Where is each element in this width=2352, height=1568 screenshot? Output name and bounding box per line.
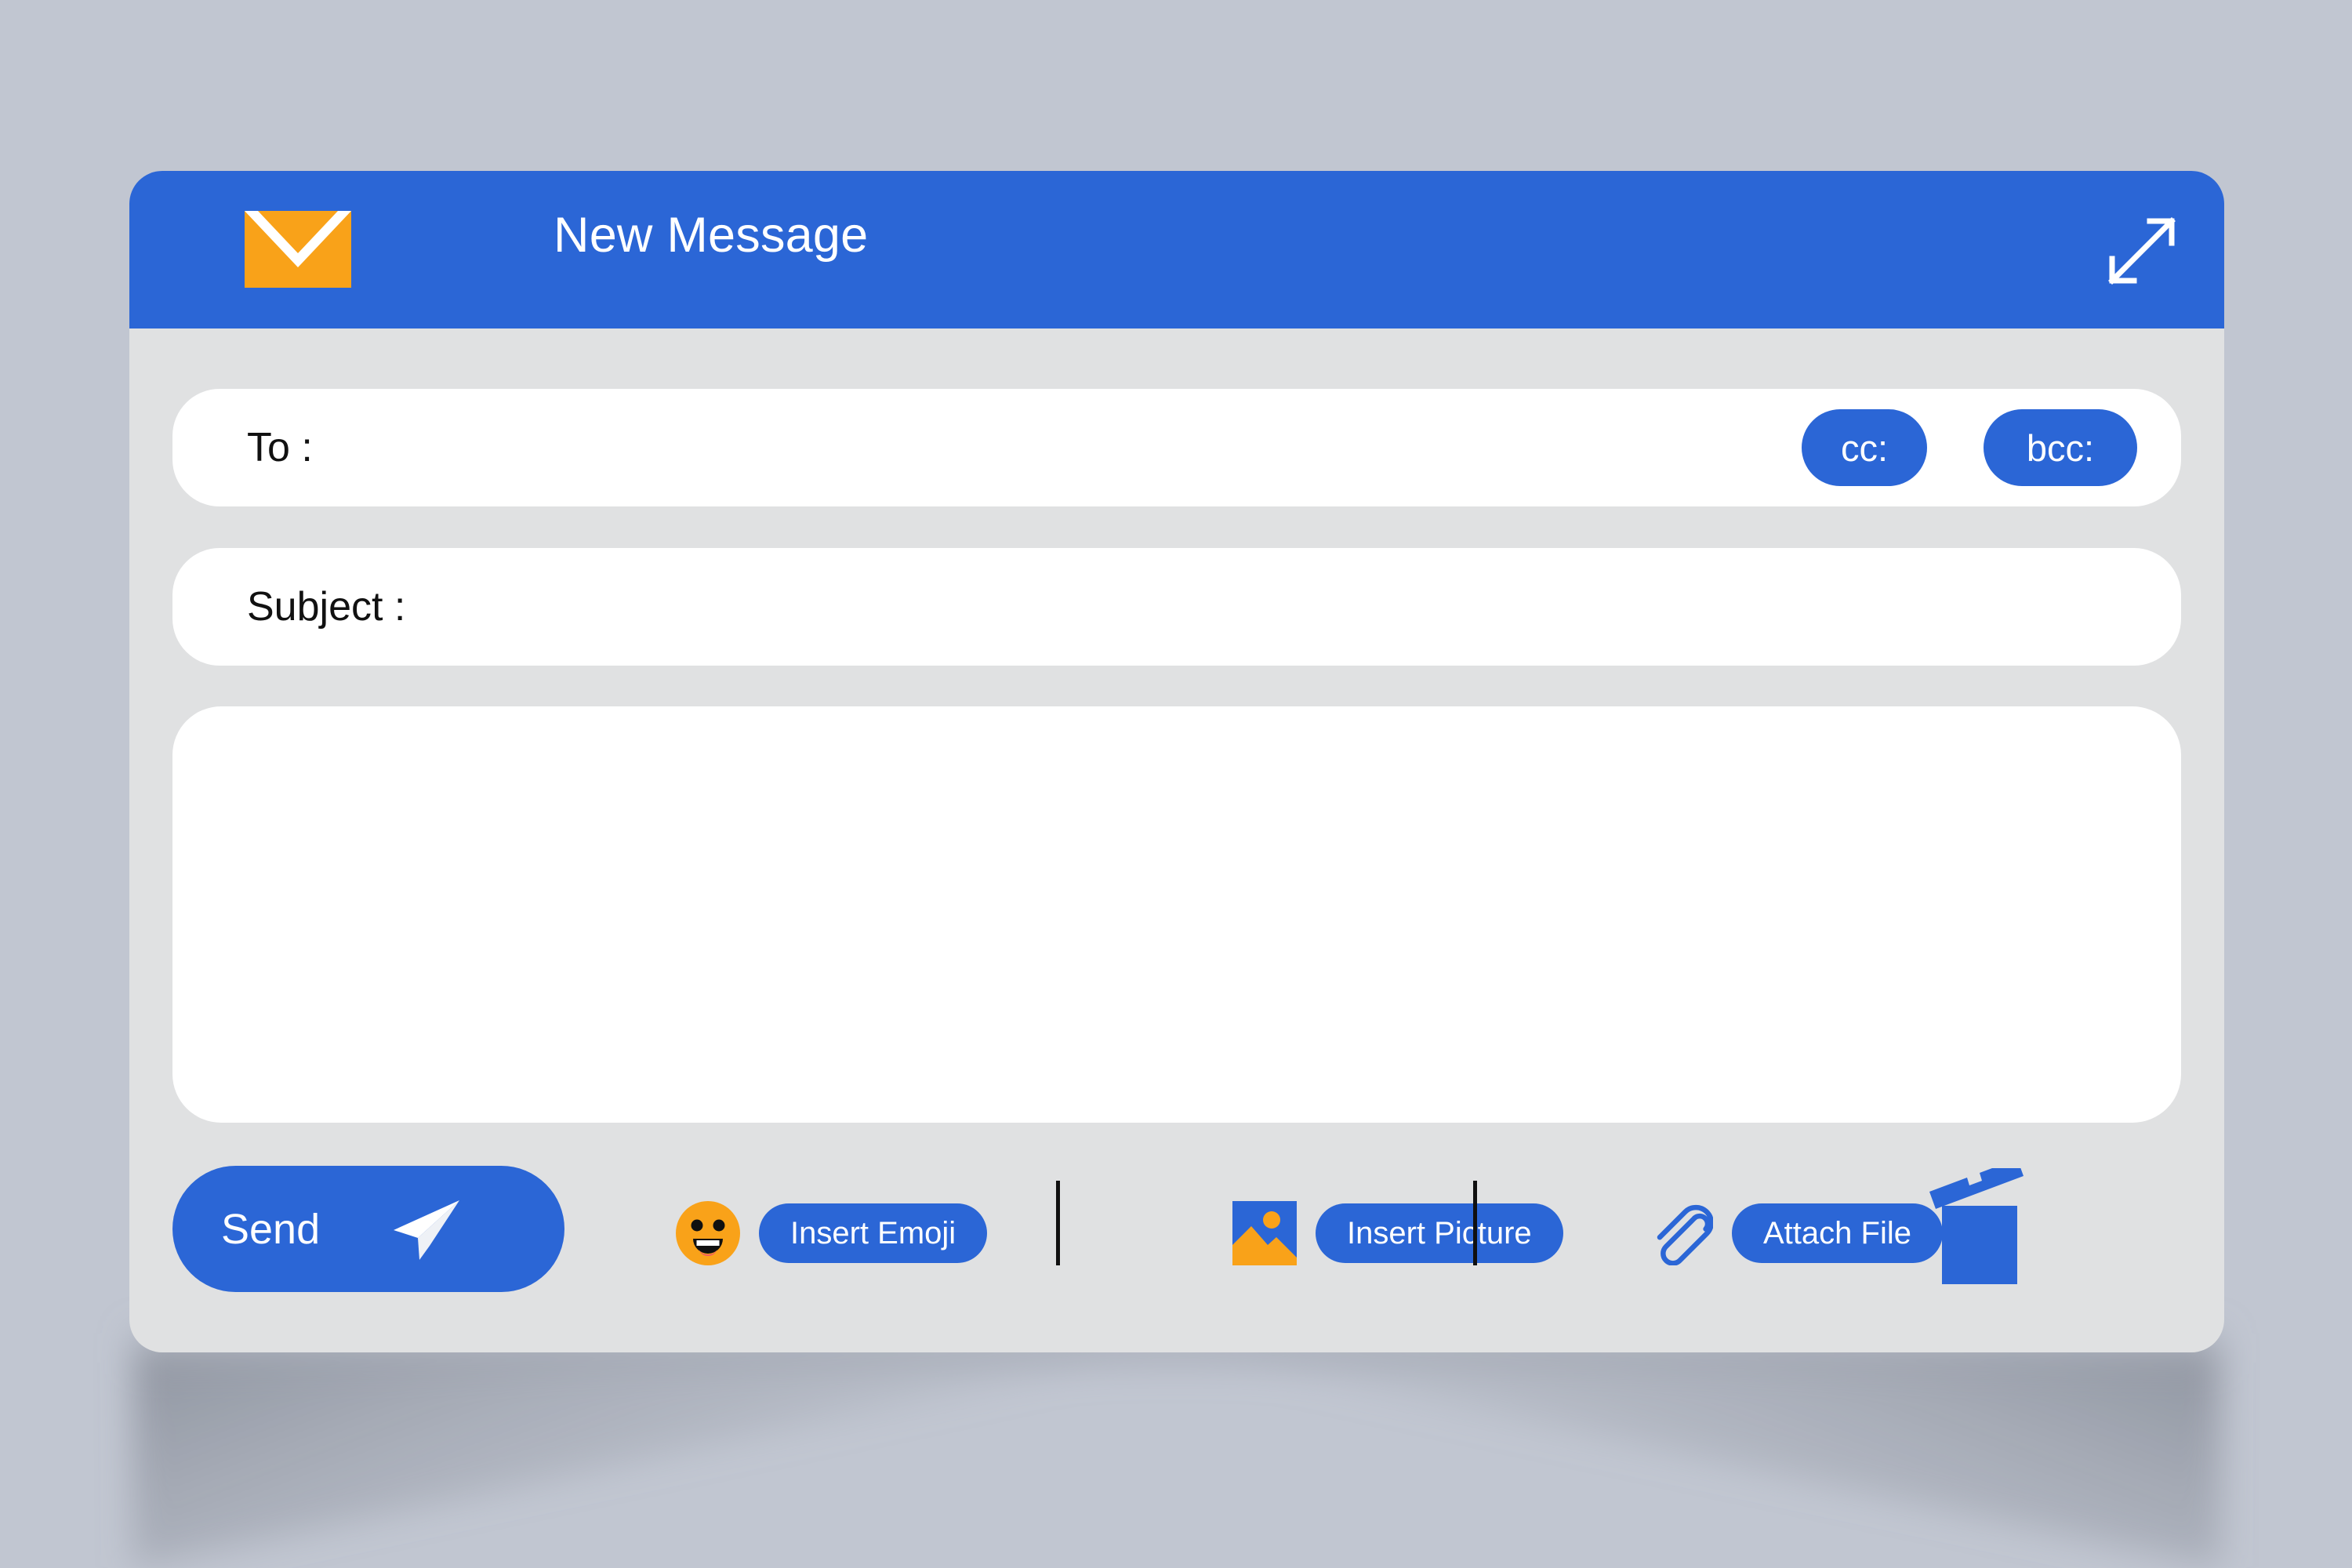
attach-file-button[interactable]: Attach File (1732, 1203, 1943, 1263)
smiley-face-icon[interactable] (676, 1201, 740, 1265)
insert-emoji-group: Insert Emoji (676, 1201, 988, 1265)
cc-button[interactable]: cc: (1802, 409, 1927, 486)
message-body-input[interactable] (227, 746, 2128, 1086)
attach-file-group: Attach File (1649, 1201, 1943, 1265)
subject-input[interactable] (408, 548, 2111, 667)
toolbar-divider (1056, 1181, 1060, 1265)
page-title: New Message (554, 208, 869, 263)
trash-can-icon[interactable] (1925, 1168, 2034, 1286)
window-title-bar: New Message (129, 171, 2224, 328)
paper-plane-icon (394, 1200, 459, 1260)
message-body-box (172, 706, 2181, 1123)
insert-picture-button[interactable]: Insert Picture (1316, 1203, 1563, 1263)
subject-label: Subject : (247, 584, 406, 630)
send-button-label: Send (221, 1205, 321, 1253)
compose-window: New Message To : cc: bcc: Subject : Send (129, 171, 2224, 1352)
send-button[interactable]: Send (172, 1166, 564, 1292)
paperclip-icon[interactable] (1649, 1201, 1713, 1265)
to-input[interactable] (408, 389, 1789, 508)
toolbar-divider (1473, 1181, 1477, 1265)
insert-emoji-button[interactable]: Insert Emoji (759, 1203, 988, 1263)
picture-icon[interactable] (1232, 1201, 1297, 1265)
envelope-icon (245, 211, 351, 288)
insert-picture-group: Insert Picture (1232, 1201, 1563, 1265)
bcc-button[interactable]: bcc: (1984, 409, 2137, 486)
subject-field-row: Subject : (172, 548, 2181, 667)
to-field-row: To : cc: bcc: (172, 389, 2181, 508)
to-label: To : (247, 425, 313, 470)
compose-toolbar: Send Insert Emoji Insert Picture Attach … (129, 1151, 2224, 1339)
expand-arrows-icon[interactable] (2104, 213, 2180, 289)
